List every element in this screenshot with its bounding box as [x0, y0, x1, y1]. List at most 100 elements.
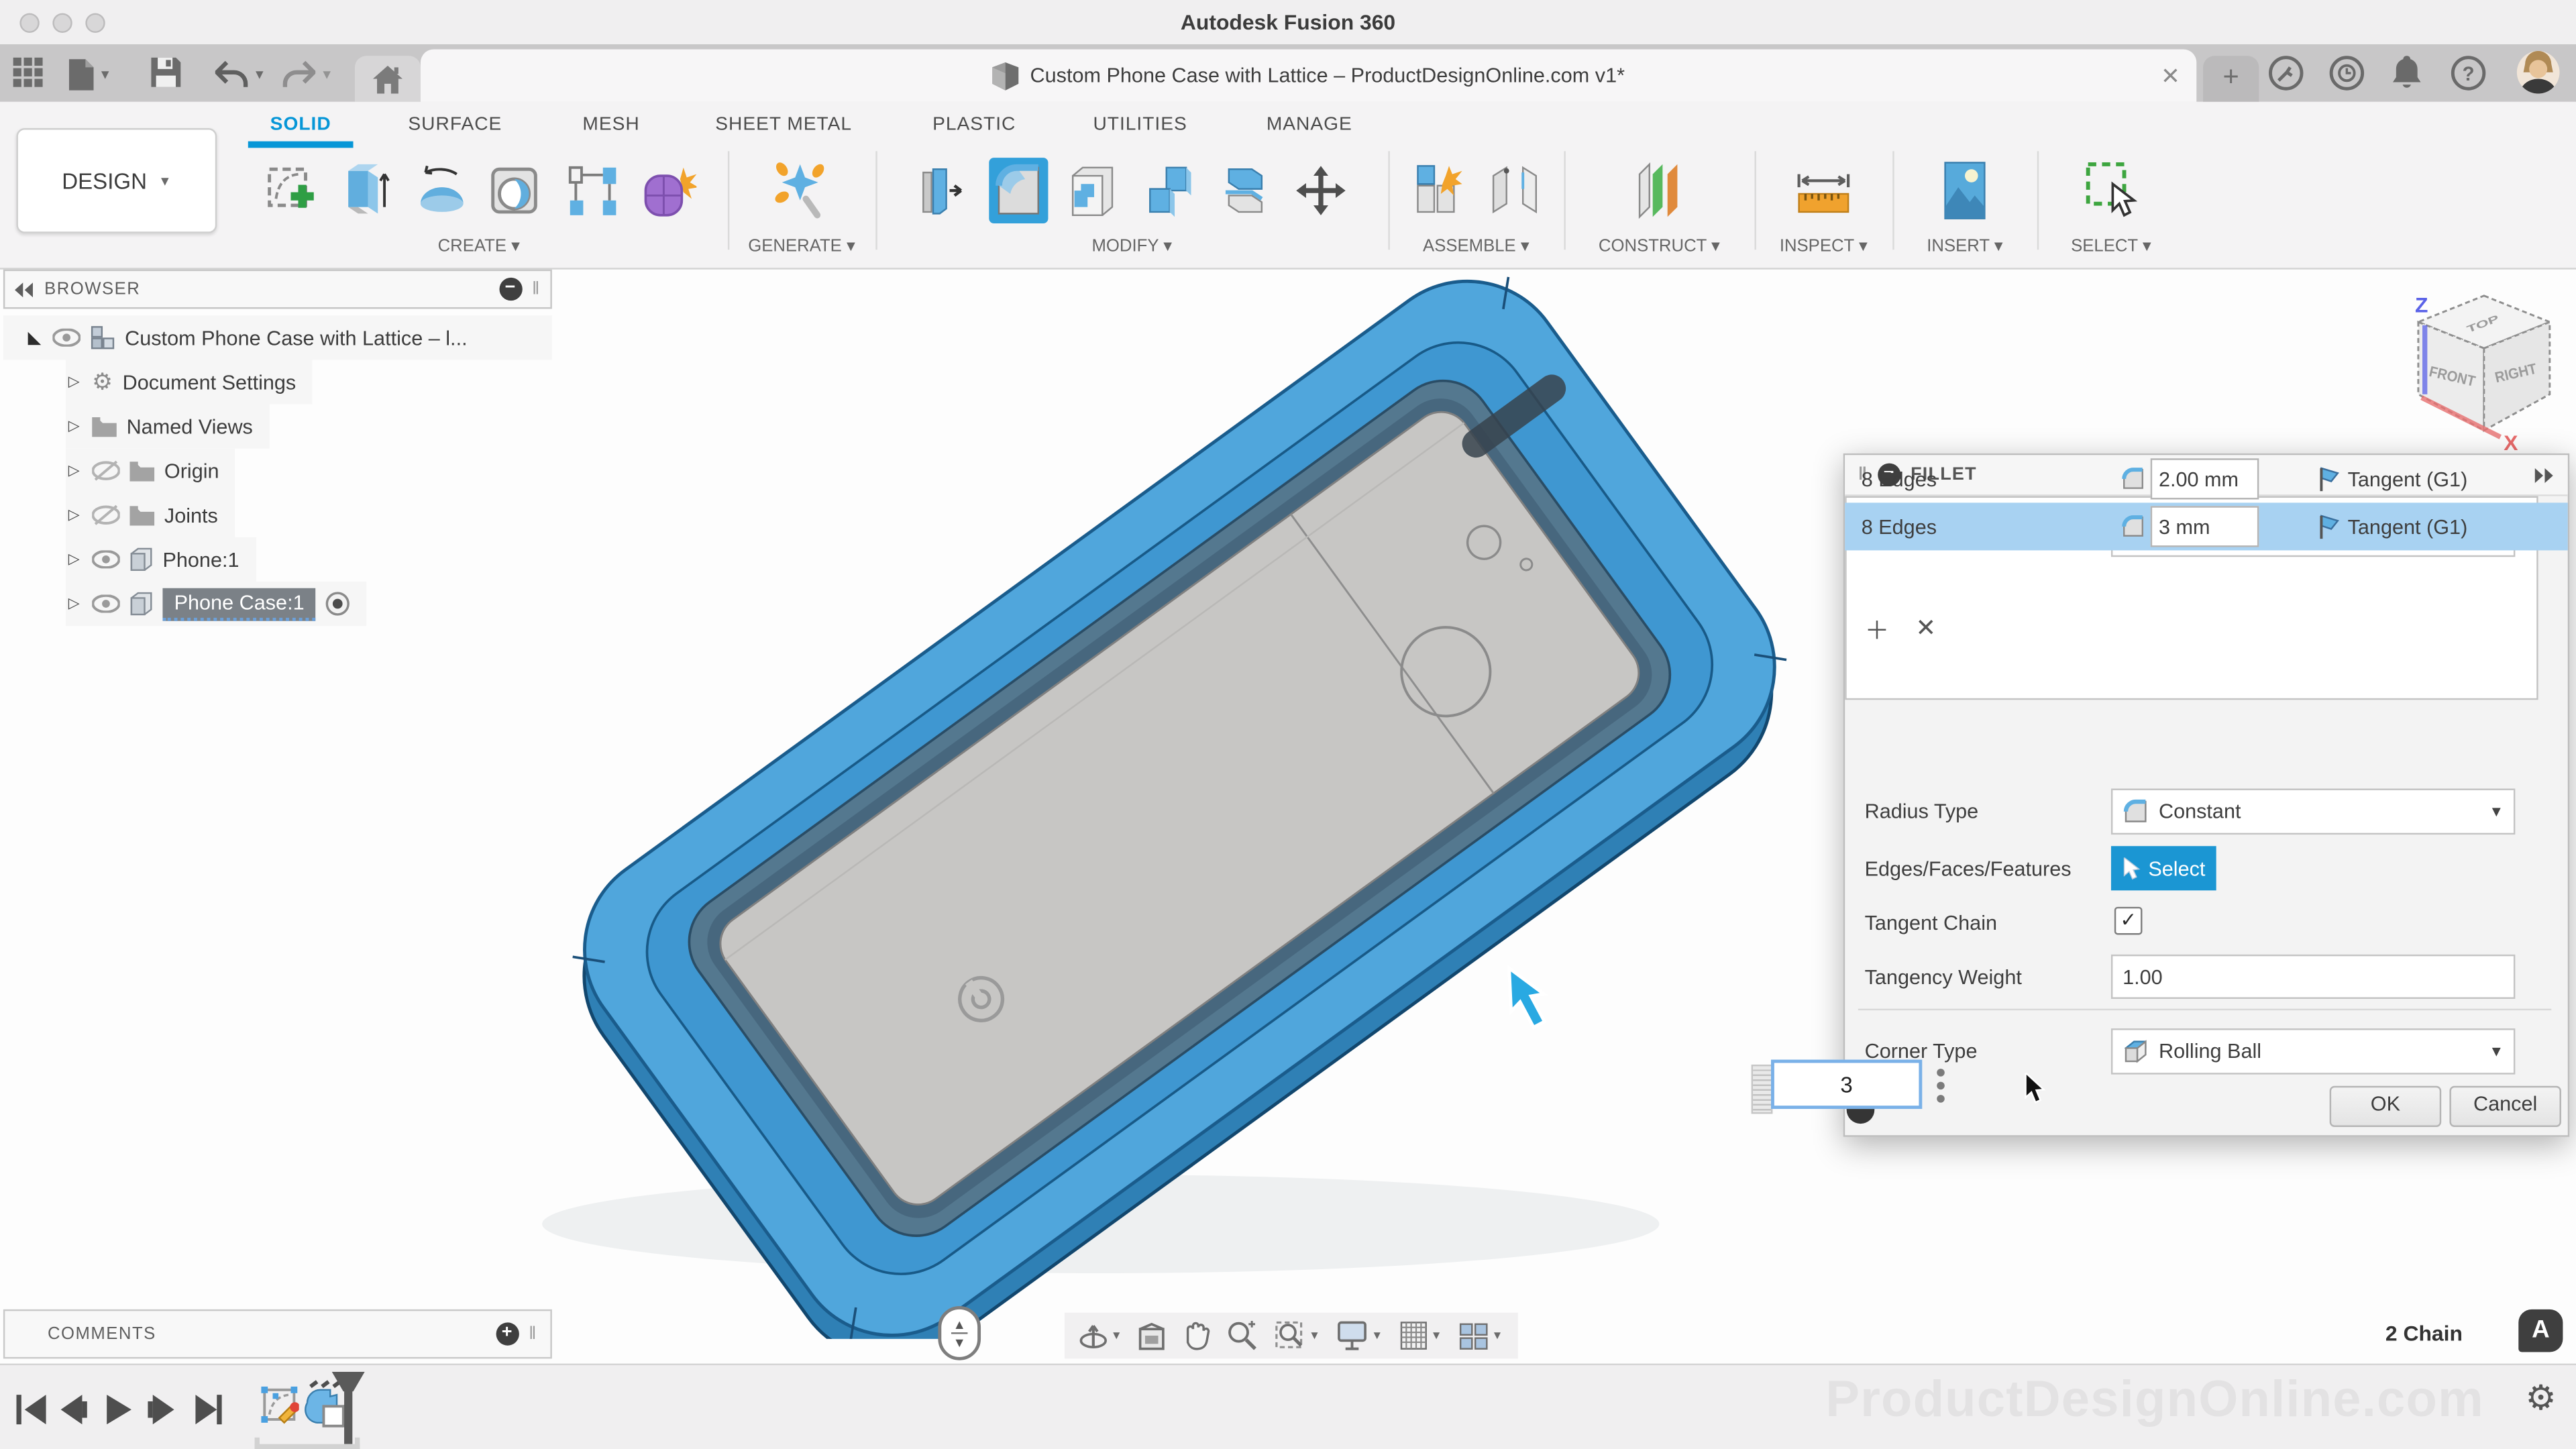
visibility-eye-icon[interactable]	[52, 329, 80, 347]
redo-button[interactable]: ▼	[282, 58, 333, 91]
continuity-value[interactable]: Tangent (G1)	[2348, 515, 2468, 538]
measure-icon[interactable]	[1794, 158, 1853, 223]
pattern-icon[interactable]	[563, 158, 622, 223]
browser-item-joints[interactable]: ▷ Joints	[3, 493, 552, 537]
zoom-icon[interactable]	[1228, 1321, 1258, 1350]
step-back-button[interactable]	[61, 1395, 87, 1424]
pan-icon[interactable]	[1183, 1320, 1212, 1352]
undo-button[interactable]: ▼	[215, 58, 266, 91]
browser-options-icon[interactable]: −	[499, 278, 522, 301]
file-menu-button[interactable]: ▼	[69, 58, 111, 91]
select-icon[interactable]	[2082, 158, 2141, 223]
timeline-playhead-marker[interactable]	[330, 1372, 366, 1444]
ribbon-tab-manage[interactable]: MANAGE	[1267, 115, 1352, 134]
sweep-icon[interactable]	[487, 158, 546, 223]
press-pull-icon[interactable]	[914, 158, 973, 223]
visibility-off-eye-icon[interactable]	[92, 460, 120, 482]
autodesk-assistant-badge[interactable]: A	[2518, 1309, 2563, 1352]
remove-selection-set-button[interactable]: ✕	[1916, 612, 1937, 647]
revolve-icon[interactable]	[411, 158, 470, 223]
construct-plane-icon[interactable]	[1629, 158, 1688, 223]
fillet-edge-row[interactable]: 8 Edges 2.00 mm Tangent (G1)	[1845, 455, 2568, 502]
dimension-drag-dots[interactable]: ●●●	[1935, 1066, 1946, 1106]
insert-image-icon[interactable]	[1935, 158, 1994, 223]
browser-item-phone-case[interactable]: ▷ Phone Case:1	[3, 582, 552, 626]
browser-item-phone[interactable]: ▷ Phone:1	[3, 537, 552, 582]
offset-face-icon[interactable]	[1216, 158, 1275, 223]
group-label-assemble[interactable]: ASSEMBLE ▾	[1388, 237, 1564, 256]
tab-close-icon[interactable]: ✕	[2161, 62, 2180, 89]
workspace-selector[interactable]: DESIGN▼	[16, 128, 217, 233]
radius-type-dropdown[interactable]: Constant ▼	[2111, 789, 2515, 835]
app-grid-icon[interactable]	[13, 58, 43, 91]
ribbon-tab-mesh[interactable]: MESH	[582, 115, 639, 134]
viewcube[interactable]: TOP FRONT RIGHT Z X	[2399, 282, 2570, 453]
skip-to-start-button[interactable]	[16, 1395, 46, 1424]
save-icon[interactable]	[151, 58, 180, 91]
group-label-select[interactable]: SELECT ▾	[2037, 237, 2185, 256]
scroll-zoom-widget[interactable]: ▲ ▼	[938, 1306, 981, 1360]
group-label-inspect[interactable]: INSPECT ▾	[1755, 237, 1893, 256]
new-tab-button[interactable]: +	[2203, 56, 2259, 102]
add-comment-icon[interactable]: +	[496, 1322, 519, 1345]
activate-component-radio[interactable]	[325, 592, 350, 616]
fillet-radius-dimension-input[interactable]	[1771, 1060, 1922, 1109]
visibility-eye-icon[interactable]	[92, 550, 120, 568]
notifications-bell-icon[interactable]	[2390, 54, 2423, 91]
grid-settings-icon[interactable]: ▼	[1399, 1321, 1442, 1350]
create-sketch-icon[interactable]	[260, 158, 319, 223]
ribbon-tab-surface[interactable]: SURFACE	[408, 115, 502, 134]
continuity-value[interactable]: Tangent (G1)	[2348, 468, 2468, 490]
move-copy-icon[interactable]	[1291, 158, 1350, 223]
browser-item-document-settings[interactable]: ▷⚙Document Settings	[3, 360, 552, 404]
browser-grip-icon[interactable]: ‖	[532, 279, 541, 299]
phone-case-model[interactable]	[411, 271, 1889, 1339]
home-tab[interactable]	[355, 56, 421, 102]
visibility-off-eye-icon[interactable]	[92, 504, 120, 526]
cancel-button[interactable]: Cancel	[2449, 1086, 2561, 1127]
group-label-generate[interactable]: GENERATE ▾	[728, 237, 875, 256]
ok-button[interactable]: OK	[2330, 1086, 2442, 1127]
viewports-icon[interactable]: ▼	[1459, 1322, 1503, 1350]
group-label-insert[interactable]: INSERT ▾	[1892, 237, 2037, 256]
joint-icon[interactable]	[1485, 158, 1544, 223]
comments-panel[interactable]: COMMENTS + ‖	[3, 1309, 552, 1358]
fillet-edge-row-selected[interactable]: 8 Edges 3 mm Tangent (G1)	[1845, 502, 2568, 550]
radius-input-active[interactable]: 3 mm	[2151, 506, 2259, 547]
skip-to-end-button[interactable]	[195, 1395, 221, 1424]
create-form-icon[interactable]	[638, 158, 697, 223]
group-label-construct[interactable]: CONSTRUCT ▾	[1564, 237, 1754, 256]
ribbon-tab-sheet-metal[interactable]: SHEET METAL	[715, 115, 852, 134]
comments-grip-icon[interactable]: ‖	[529, 1324, 537, 1344]
extensions-icon[interactable]	[2269, 56, 2303, 90]
timeline-sketch-feature[interactable]	[260, 1385, 299, 1428]
tangent-chain-checkbox[interactable]: ✓	[2114, 907, 2143, 935]
job-status-icon[interactable]	[2330, 56, 2364, 90]
look-at-icon[interactable]	[1139, 1322, 1167, 1350]
add-selection-set-button[interactable]: ＋	[1865, 612, 1890, 647]
select-button[interactable]: Select	[2111, 846, 2216, 890]
shell-icon[interactable]	[1065, 158, 1124, 223]
timeline-gear-icon[interactable]: ⚙	[2526, 1379, 2557, 1419]
ribbon-tab-plastic[interactable]: PLASTIC	[932, 115, 1016, 134]
document-tab[interactable]: Custom Phone Case with Lattice – Product…	[421, 49, 2196, 101]
radius-input[interactable]: 2.00 mm	[2151, 458, 2259, 499]
browser-item-origin[interactable]: ▷ Origin	[3, 449, 552, 493]
new-component-icon[interactable]	[1409, 158, 1468, 223]
ribbon-tab-utilities[interactable]: UTILITIES	[1093, 115, 1187, 134]
extrude-icon[interactable]	[336, 158, 395, 223]
corner-type-dropdown[interactable]: Rolling Ball ▼	[2111, 1028, 2515, 1075]
step-forward-button[interactable]	[148, 1395, 174, 1424]
dimension-grip[interactable]	[1752, 1065, 1773, 1114]
browser-item-named-views[interactable]: ▷ Named Views	[3, 404, 552, 448]
group-label-modify[interactable]: MODIFY ▾	[875, 237, 1388, 256]
visibility-eye-icon[interactable]	[92, 595, 120, 613]
orbit-icon[interactable]: ▼	[1079, 1320, 1122, 1352]
ribbon-tab-solid[interactable]: SOLID	[270, 115, 331, 134]
fillet-icon[interactable]	[989, 158, 1048, 223]
combine-icon[interactable]	[1140, 158, 1199, 223]
expand-arrow-icon[interactable]	[26, 329, 42, 345]
help-icon[interactable]: ?	[2451, 56, 2485, 90]
browser-item-root[interactable]: Custom Phone Case with Lattice – l...	[3, 315, 552, 360]
group-label-create[interactable]: CREATE ▾	[230, 237, 728, 256]
